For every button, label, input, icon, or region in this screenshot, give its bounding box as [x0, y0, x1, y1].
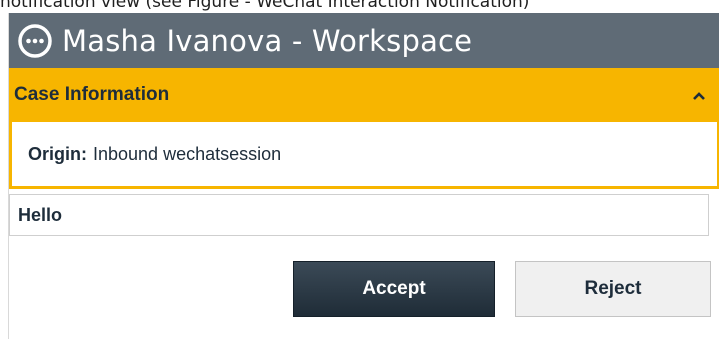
document-caption: notification view (see Figure - WeChat I…	[0, 0, 530, 12]
reject-button[interactable]: Reject	[515, 261, 711, 317]
origin-label: Origin:	[28, 143, 87, 164]
origin-value: Inbound wechatsession	[93, 143, 282, 164]
message-preview: Hello	[9, 194, 709, 236]
window-titlebar: Masha Ivanova - Workspace	[9, 13, 719, 68]
interaction-notification-panel: Masha Ivanova - Workspace Case Informati…	[8, 13, 719, 339]
accept-button[interactable]: Accept	[293, 261, 495, 317]
message-text: Hello	[18, 204, 63, 225]
window-title: Masha Ivanova - Workspace	[62, 23, 473, 58]
case-information-title: Case Information	[14, 84, 170, 105]
chevron-up-icon[interactable]	[692, 89, 706, 101]
chat-bubble-icon	[18, 23, 52, 58]
case-information-header[interactable]: Case Information	[9, 68, 719, 122]
case-information-body: Origin: Inbound wechatsession	[9, 122, 719, 189]
